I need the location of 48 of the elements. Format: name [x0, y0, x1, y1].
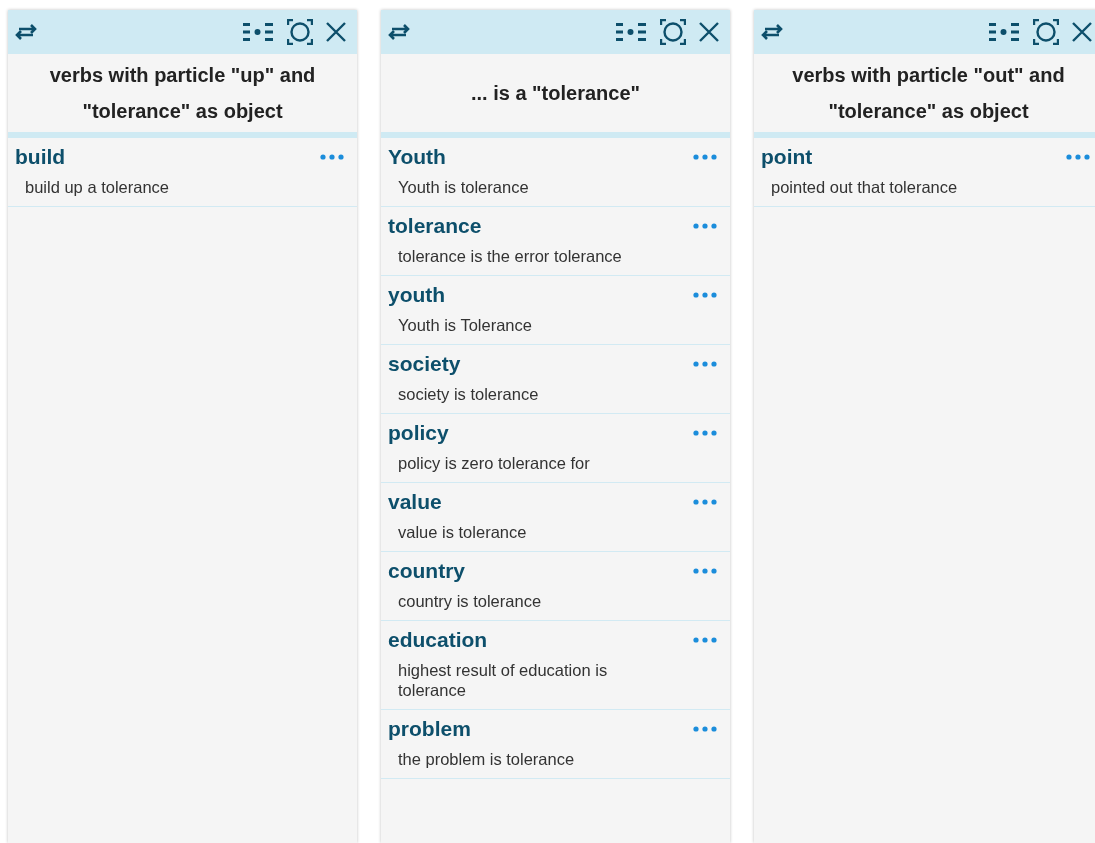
focus-icon[interactable]: [1033, 19, 1059, 45]
more-icon: [693, 223, 717, 229]
swap-icon[interactable]: [13, 23, 39, 41]
example-text: tolerance is the error tolerance: [397, 246, 623, 266]
example-text: Youth is tolerance: [397, 177, 530, 197]
more-icon: [693, 499, 717, 505]
entry-word[interactable]: point: [761, 143, 813, 171]
layout-icon[interactable]: [243, 21, 275, 43]
example-text: policy is zero tolerance for: [397, 453, 591, 473]
example-text: pointed out that tolerance: [770, 177, 959, 197]
panel-title: ... is a "tolerance": [470, 81, 640, 106]
example-text: value is tolerance: [397, 522, 528, 542]
entry-word[interactable]: tolerance: [388, 212, 482, 240]
layout-icon[interactable]: [616, 21, 648, 43]
example-text: country is tolerance: [397, 591, 543, 611]
swap-icon[interactable]: [386, 23, 412, 41]
more-icon: [320, 154, 344, 160]
entry-word[interactable]: value: [388, 488, 442, 516]
panel-title: verbs with particle "out" and "tolerance" as object: [791, 63, 1066, 124]
example-text: society is tolerance: [397, 384, 540, 404]
entry-word[interactable]: policy: [388, 419, 449, 447]
more-icon: [693, 430, 717, 436]
swap-icon[interactable]: [759, 23, 785, 41]
more-icon: [693, 726, 717, 732]
entry-word[interactable]: society: [388, 350, 461, 378]
more-icon: [693, 637, 717, 643]
more-icon: [1066, 154, 1090, 160]
entry-word[interactable]: Youth: [388, 143, 446, 171]
close-icon[interactable]: [698, 21, 720, 43]
more-icon: [693, 154, 717, 160]
entry-word[interactable]: build: [15, 143, 66, 171]
focus-icon[interactable]: [660, 19, 686, 45]
layout-icon[interactable]: [989, 21, 1021, 43]
more-icon: [693, 568, 717, 574]
panel-title: verbs with particle "up" and "tolerance" as object: [48, 63, 317, 124]
more-icon: [693, 292, 717, 298]
entry-word[interactable]: problem: [388, 715, 471, 743]
close-icon[interactable]: [325, 21, 347, 43]
entry-word[interactable]: youth: [388, 281, 446, 309]
close-icon[interactable]: [1071, 21, 1093, 43]
example-text: the problem is tolerance: [397, 749, 576, 769]
focus-icon[interactable]: [287, 19, 313, 45]
entry-word[interactable]: education: [388, 626, 488, 654]
example-text: Youth is Tolerance: [397, 315, 533, 335]
example-text: build up a tolerance: [24, 177, 171, 197]
more-icon: [693, 361, 717, 367]
entry-word[interactable]: country: [388, 557, 465, 585]
example-text: highest result of education is tolerance: [397, 660, 609, 700]
